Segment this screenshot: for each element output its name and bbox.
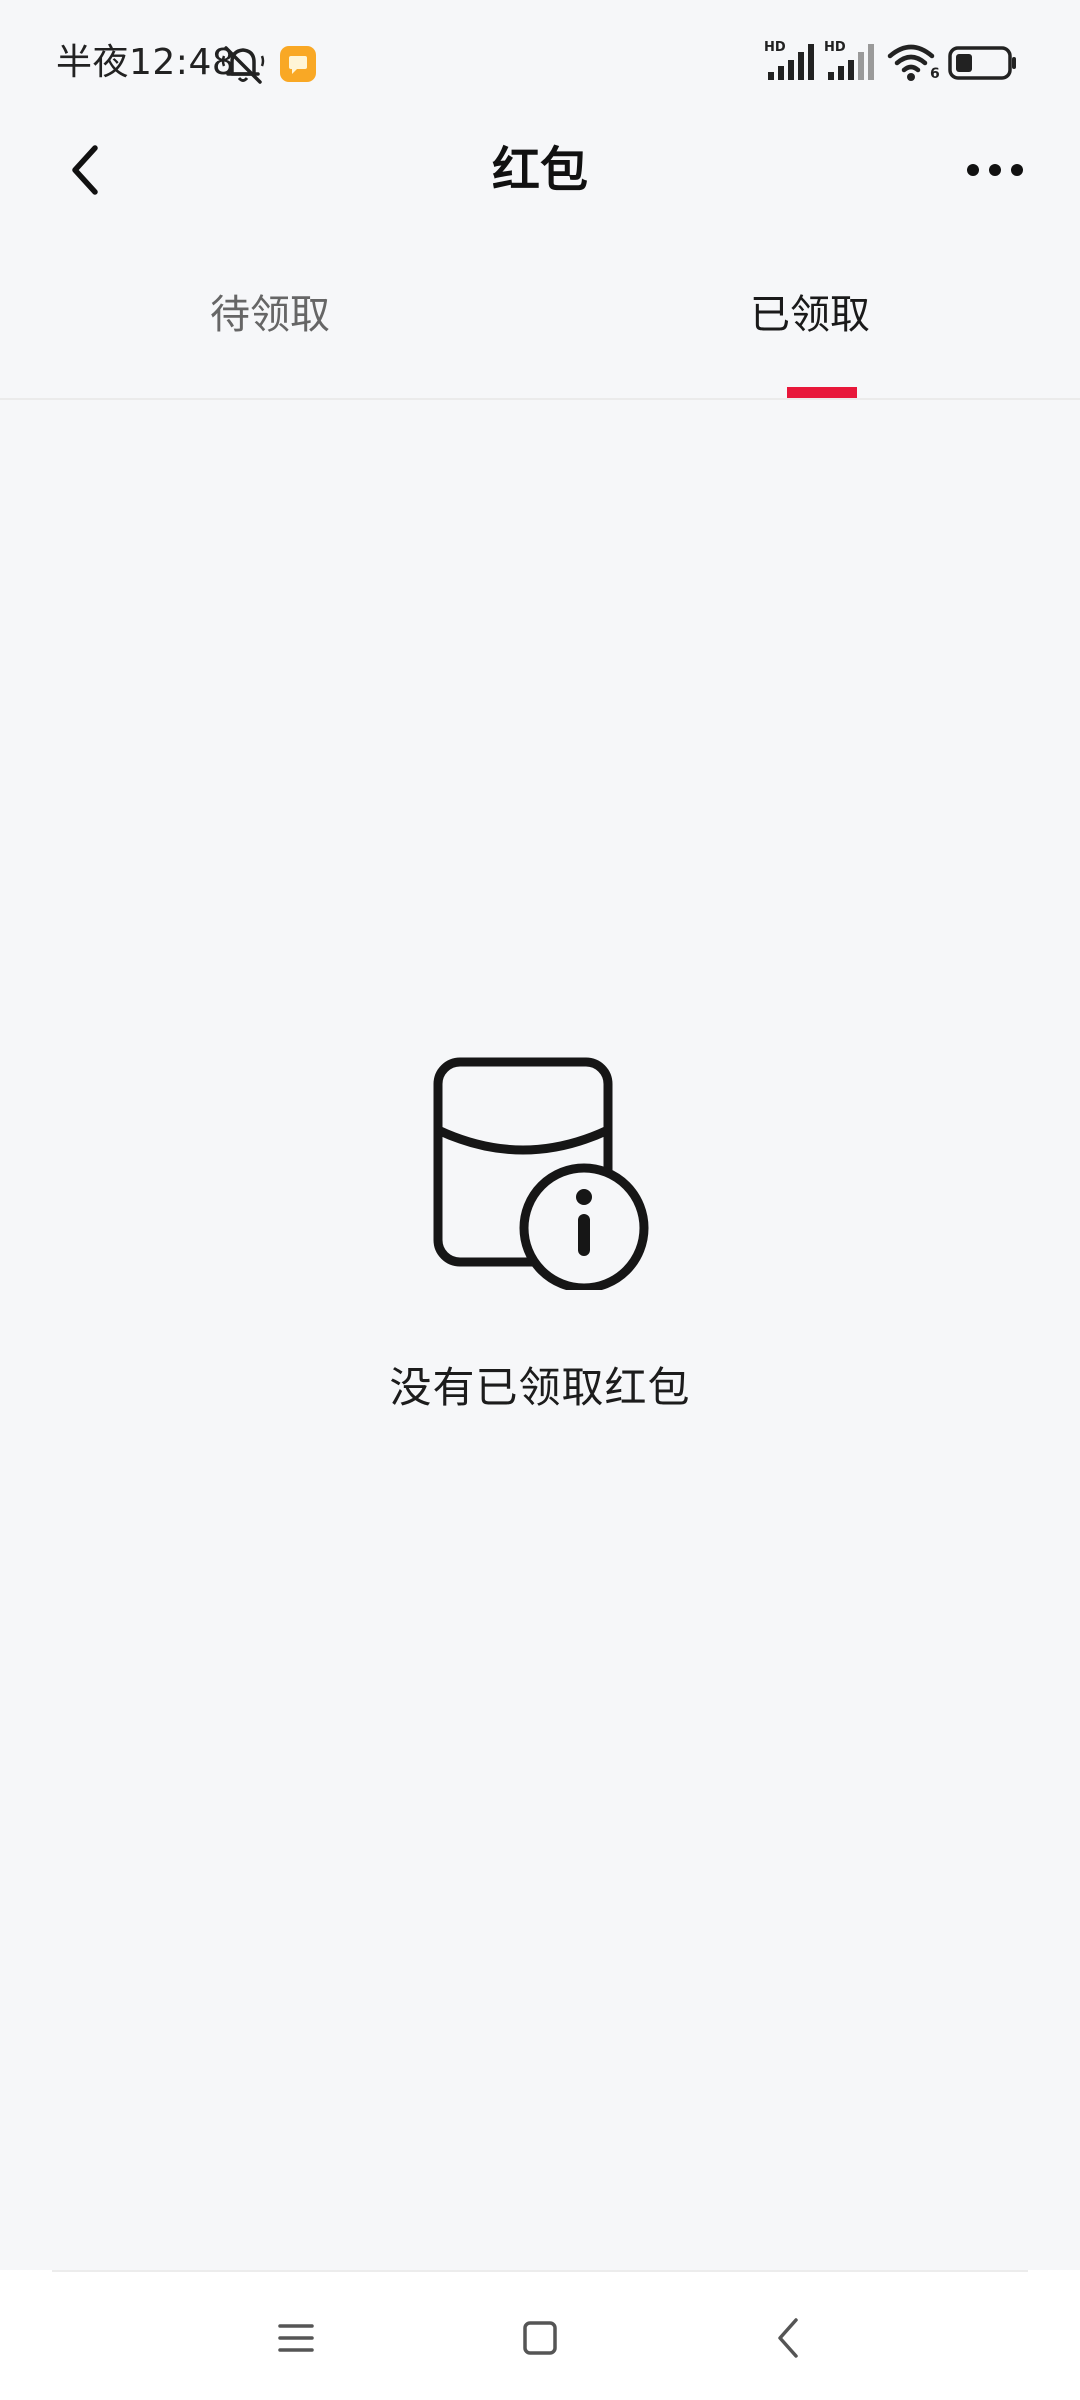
nav-home-button[interactable]: [500, 2310, 580, 2366]
battery-icon: [948, 46, 1016, 80]
signal-strength-icon-2: HD: [824, 40, 880, 82]
red-packet-info-icon: [433, 1057, 649, 1290]
wifi-icon: 6: [886, 42, 942, 84]
tab-pending-label: 待领取: [210, 292, 330, 338]
menu-icon: [278, 2324, 314, 2352]
back-triangle-icon: [778, 2318, 798, 2358]
notification-app-icon: [280, 46, 316, 82]
tab-received-label: 已领取: [750, 292, 870, 338]
empty-state: 没有已领取红包: [0, 1050, 1080, 1430]
system-nav-bar: [0, 2270, 1080, 2400]
status-time: 半夜12:48: [56, 42, 236, 83]
page-title: 红包: [491, 142, 588, 198]
wifi-label: 6: [930, 66, 940, 82]
bell-off-icon: [221, 46, 265, 84]
empty-state-message: 没有已领取红包: [389, 1363, 691, 1412]
tab-bar: 待领取 已领取: [0, 255, 1080, 400]
signal-strength-icon: HD: [764, 40, 820, 82]
chevron-left-icon: [72, 145, 98, 195]
active-tab-indicator: [787, 387, 857, 398]
header: 红包: [0, 125, 1080, 255]
nav-menu-button[interactable]: [256, 2310, 336, 2366]
tab-pending[interactable]: 待领取: [0, 255, 540, 398]
more-options-button[interactable]: [940, 125, 1050, 215]
status-bar: 半夜12:48 HD HD 6: [0, 0, 1080, 125]
home-square-icon: [523, 2321, 557, 2355]
tab-received[interactable]: 已领取: [540, 255, 1080, 398]
nav-back-button[interactable]: [748, 2310, 828, 2366]
back-button[interactable]: [40, 125, 130, 215]
nav-divider: [52, 2270, 1028, 2272]
more-horizontal-icon: [967, 164, 1023, 176]
